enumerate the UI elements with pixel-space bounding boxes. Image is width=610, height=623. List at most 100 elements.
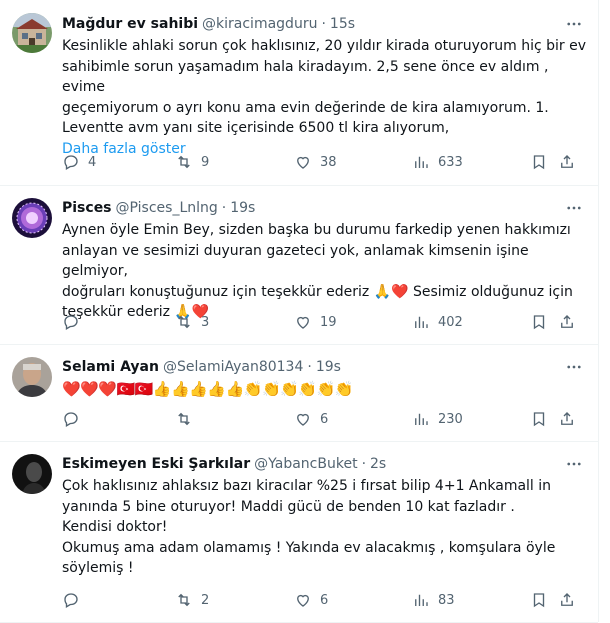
retweet-button[interactable] bbox=[175, 409, 201, 429]
retweet-button[interactable]: 2 bbox=[175, 590, 209, 610]
views-button[interactable]: 633 bbox=[412, 152, 463, 172]
reply-button[interactable] bbox=[62, 409, 88, 429]
reply-icon bbox=[64, 412, 78, 427]
reply-button[interactable] bbox=[62, 590, 88, 610]
tweet-header: Eskimeyen Eski Şarkılar @YabancBuket · 2… bbox=[62, 454, 586, 474]
views-count: 230 bbox=[438, 411, 463, 427]
share-button[interactable] bbox=[558, 152, 576, 172]
reply-button[interactable] bbox=[62, 312, 88, 332]
avatar[interactable] bbox=[12, 454, 52, 494]
share-icon bbox=[561, 315, 573, 328]
heart-icon bbox=[297, 156, 309, 169]
tweet-actions: 2 6 83 bbox=[62, 590, 586, 610]
reply-feed: Mağdur ev sahibi @kiracimagduru · 15s Ke… bbox=[0, 0, 599, 623]
reply-icon bbox=[64, 155, 78, 170]
user-handle[interactable]: @Pisces_Lnlng bbox=[116, 200, 218, 216]
tweet-actions: 6 230 bbox=[62, 409, 586, 429]
timestamp[interactable]: 19s bbox=[230, 200, 255, 216]
tweet[interactable]: Eskimeyen Eski Şarkılar @YabancBuket · 2… bbox=[0, 442, 598, 623]
retweet-button[interactable]: 9 bbox=[175, 152, 209, 172]
tweet-header: Pisces @Pisces_Lnlng · 19s bbox=[62, 198, 586, 218]
views-icon bbox=[415, 413, 428, 425]
like-button[interactable]: 6 bbox=[294, 409, 328, 429]
timestamp[interactable]: 19s bbox=[316, 359, 341, 375]
share-icon bbox=[561, 155, 573, 168]
bookmark-button[interactable] bbox=[530, 590, 548, 610]
bookmark-button[interactable] bbox=[530, 312, 548, 332]
views-count: 633 bbox=[438, 154, 463, 170]
tweet-actions: 4 9 38 633 bbox=[62, 152, 586, 172]
tweet[interactable]: Selami Ayan @SelamiAyan80134 · 19s ❤️❤️❤… bbox=[0, 345, 598, 442]
more-icon[interactable] bbox=[564, 198, 584, 218]
separator-dot: · bbox=[361, 456, 367, 472]
timestamp[interactable]: 15s bbox=[330, 16, 355, 32]
share-button[interactable] bbox=[558, 590, 576, 610]
tweet-text: Aynen öyle Emin Bey, sizden başka bu dur… bbox=[62, 222, 573, 320]
heart-icon bbox=[297, 594, 309, 607]
avatar[interactable] bbox=[12, 357, 52, 397]
views-count: 83 bbox=[438, 592, 455, 608]
tweet-header: Mağdur ev sahibi @kiracimagduru · 15s bbox=[62, 14, 586, 34]
more-icon[interactable] bbox=[564, 357, 584, 377]
display-name[interactable]: Pisces bbox=[62, 200, 112, 216]
separator-dot: · bbox=[307, 359, 312, 375]
retweet-count: 3 bbox=[201, 314, 210, 330]
bookmark-icon bbox=[533, 412, 545, 427]
more-icon[interactable] bbox=[564, 14, 584, 34]
share-button[interactable] bbox=[558, 409, 576, 429]
views-icon bbox=[415, 156, 428, 168]
separator-dot: · bbox=[221, 200, 227, 216]
like-button[interactable]: 6 bbox=[294, 590, 328, 610]
tweet-header: Selami Ayan @SelamiAyan80134 · 19s bbox=[62, 357, 586, 377]
tweet-actions: 3 19 402 bbox=[62, 312, 586, 332]
like-count: 38 bbox=[320, 154, 337, 170]
retweet-icon bbox=[178, 412, 190, 426]
reply-icon bbox=[64, 593, 78, 608]
retweet-count: 2 bbox=[201, 592, 210, 608]
like-count: 6 bbox=[320, 411, 329, 427]
display-name[interactable]: Eskimeyen Eski Şarkılar bbox=[62, 456, 250, 472]
reply-button[interactable]: 4 bbox=[62, 152, 96, 172]
views-button[interactable]: 230 bbox=[412, 409, 463, 429]
user-handle[interactable]: @SelamiAyan80134 bbox=[163, 359, 303, 375]
avatar[interactable] bbox=[12, 198, 52, 238]
tweet[interactable]: Mağdur ev sahibi @kiracimagduru · 15s Ke… bbox=[0, 0, 598, 186]
bookmark-icon bbox=[533, 155, 545, 170]
bookmark-button[interactable] bbox=[530, 152, 548, 172]
tweet-text: Kesinlikle ahlaki sorun çok haklısınız, … bbox=[62, 38, 587, 136]
views-count: 402 bbox=[438, 314, 463, 330]
reply-count: 4 bbox=[88, 154, 97, 170]
more-icon[interactable] bbox=[564, 454, 584, 474]
share-button[interactable] bbox=[558, 312, 576, 332]
bookmark-icon bbox=[533, 593, 545, 608]
display-name[interactable]: Mağdur ev sahibi bbox=[62, 16, 198, 32]
retweet-icon bbox=[178, 155, 190, 169]
views-button[interactable]: 402 bbox=[412, 312, 463, 332]
retweet-button[interactable]: 3 bbox=[175, 312, 209, 332]
tweet-text: ❤️❤️❤️🇹🇷🇹🇷👍👍👍👍👍👏👏👏👏👏👏 bbox=[62, 380, 353, 398]
views-icon bbox=[415, 594, 428, 606]
like-button[interactable]: 19 bbox=[294, 312, 337, 332]
views-icon bbox=[415, 316, 428, 328]
display-name[interactable]: Selami Ayan bbox=[62, 359, 159, 375]
views-button[interactable]: 83 bbox=[412, 590, 455, 610]
like-count: 19 bbox=[320, 314, 337, 330]
user-handle[interactable]: @kiracimagduru bbox=[202, 16, 317, 32]
like-button[interactable]: 38 bbox=[294, 152, 337, 172]
tweet[interactable]: Pisces @Pisces_Lnlng · 19s Aynen öyle Em… bbox=[0, 186, 598, 345]
heart-icon bbox=[297, 413, 309, 426]
retweet-count: 9 bbox=[201, 154, 210, 170]
bookmark-icon bbox=[533, 315, 545, 330]
timestamp[interactable]: 2s bbox=[370, 456, 386, 472]
like-count: 6 bbox=[320, 592, 329, 608]
separator-dot: · bbox=[321, 16, 326, 32]
share-icon bbox=[561, 593, 573, 606]
retweet-icon bbox=[178, 593, 190, 607]
avatar[interactable] bbox=[12, 13, 52, 53]
retweet-icon bbox=[178, 315, 190, 329]
heart-icon bbox=[297, 316, 309, 329]
share-icon bbox=[561, 412, 573, 425]
user-handle[interactable]: @YabancBuket bbox=[254, 456, 357, 472]
tweet-text: Çok haklısınız ahlaksız bazı kiracılar %… bbox=[62, 478, 556, 576]
bookmark-button[interactable] bbox=[530, 409, 548, 429]
